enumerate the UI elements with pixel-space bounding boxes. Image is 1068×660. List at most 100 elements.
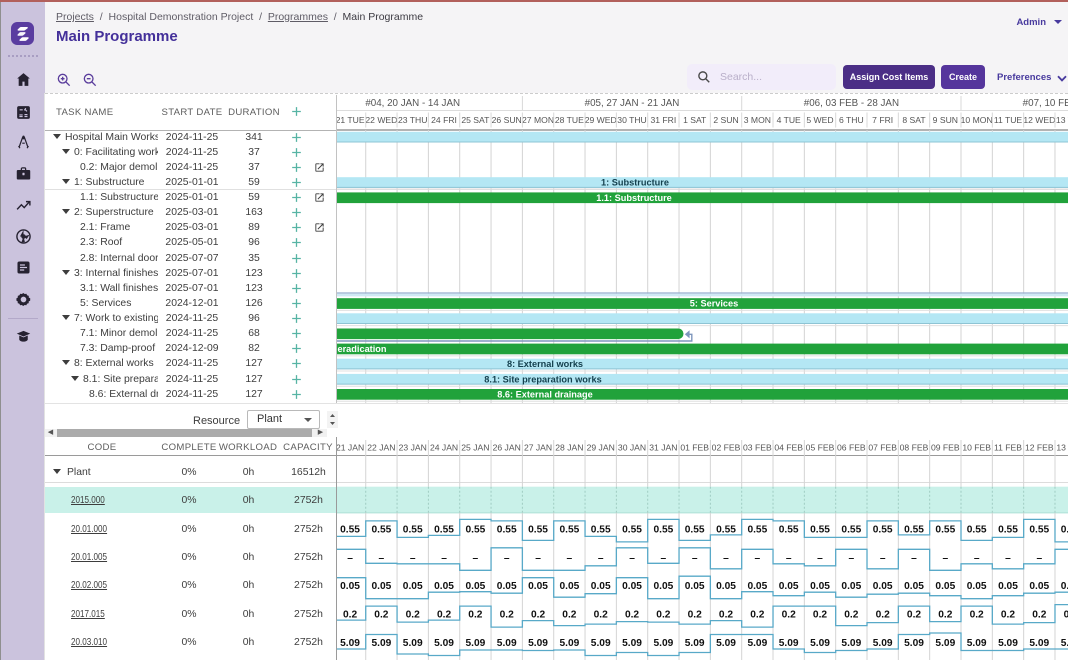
svg-text:#07, 10 FEB - 04 FEB: #07, 10 FEB - 04 FEB bbox=[1023, 98, 1068, 109]
svg-text:10 FEB: 10 FEB bbox=[962, 443, 991, 453]
svg-text:–: – bbox=[379, 553, 385, 564]
svg-text:30 JAN: 30 JAN bbox=[618, 443, 646, 453]
svg-text:0.05: 0.05 bbox=[873, 581, 893, 592]
svg-text:25 JAN: 25 JAN bbox=[461, 443, 489, 453]
svg-text:0.2: 0.2 bbox=[907, 610, 921, 621]
svg-text:0.05: 0.05 bbox=[810, 581, 830, 592]
svg-text:11 FEB: 11 FEB bbox=[994, 443, 1022, 453]
svg-text:0.2: 0.2 bbox=[1064, 610, 1068, 621]
svg-text:0.55: 0.55 bbox=[528, 524, 548, 535]
svg-text:–: – bbox=[535, 553, 541, 564]
svg-text:5.09: 5.09 bbox=[779, 638, 799, 649]
svg-text:01 FEB: 01 FEB bbox=[680, 443, 709, 453]
svg-text:#05, 27 JAN - 21 JAN: #05, 27 JAN - 21 JAN bbox=[585, 98, 680, 109]
svg-text:26 JAN: 26 JAN bbox=[493, 443, 521, 453]
svg-text:0.05: 0.05 bbox=[967, 581, 987, 592]
svg-text:28 TUE: 28 TUE bbox=[555, 115, 584, 125]
svg-text:–: – bbox=[1036, 553, 1042, 564]
svg-text:24 FRI: 24 FRI bbox=[431, 115, 457, 125]
svg-text:9 SUN: 9 SUN bbox=[933, 115, 958, 125]
svg-text:0.05: 0.05 bbox=[559, 581, 579, 592]
svg-text:04 FEB: 04 FEB bbox=[774, 443, 803, 453]
svg-text:0.05: 0.05 bbox=[779, 581, 799, 592]
svg-text:–: – bbox=[942, 553, 948, 564]
svg-text:–: – bbox=[974, 553, 980, 564]
svg-text:22 JAN: 22 JAN bbox=[367, 443, 395, 453]
svg-text:–: – bbox=[629, 553, 635, 564]
svg-text:–: – bbox=[347, 553, 353, 564]
svg-text:0.2: 0.2 bbox=[343, 610, 357, 621]
svg-text:0.55: 0.55 bbox=[779, 524, 799, 535]
svg-text:26 SUN: 26 SUN bbox=[492, 115, 522, 125]
svg-text:0.55: 0.55 bbox=[685, 524, 705, 535]
svg-text:5.09: 5.09 bbox=[653, 638, 673, 649]
svg-text:–: – bbox=[849, 553, 855, 564]
svg-text:1.1: Substructure: 1.1: Substructure bbox=[596, 193, 672, 203]
svg-text:12 WED: 12 WED bbox=[1023, 115, 1055, 125]
svg-text:8.6: External drainage: 8.6: External drainage bbox=[497, 389, 593, 399]
svg-text:0.55: 0.55 bbox=[340, 524, 360, 535]
svg-text:0.55: 0.55 bbox=[967, 524, 987, 535]
svg-text:0.05: 0.05 bbox=[591, 581, 611, 592]
svg-text:5.09: 5.09 bbox=[559, 638, 579, 649]
svg-text:–: – bbox=[911, 553, 917, 564]
svg-text:5.09: 5.09 bbox=[340, 638, 360, 649]
svg-text:0.2: 0.2 bbox=[374, 610, 388, 621]
svg-text:0.05: 0.05 bbox=[716, 581, 736, 592]
svg-text:27 MON: 27 MON bbox=[522, 115, 554, 125]
svg-text:0.05: 0.05 bbox=[841, 581, 861, 592]
svg-text:25 SAT: 25 SAT bbox=[461, 115, 490, 125]
svg-text:0.2: 0.2 bbox=[531, 610, 545, 621]
svg-text:29 WED: 29 WED bbox=[585, 115, 617, 125]
svg-text:0.55: 0.55 bbox=[747, 524, 767, 535]
svg-text:5 WED: 5 WED bbox=[806, 115, 833, 125]
svg-text:11 TUE: 11 TUE bbox=[994, 115, 1023, 125]
svg-text:0.55: 0.55 bbox=[653, 524, 673, 535]
svg-text:4 TUE: 4 TUE bbox=[777, 115, 801, 125]
svg-text:5.09: 5.09 bbox=[591, 638, 611, 649]
svg-text:–: – bbox=[410, 553, 416, 564]
svg-text:0.2: 0.2 bbox=[688, 610, 702, 621]
svg-text:29 JAN: 29 JAN bbox=[587, 443, 615, 453]
svg-text:13 FEB: 13 FEB bbox=[1056, 443, 1068, 453]
svg-text:0.2: 0.2 bbox=[594, 610, 608, 621]
svg-text:22 WED: 22 WED bbox=[365, 115, 397, 125]
svg-text:#04, 20 JAN - 14 JAN: #04, 20 JAN - 14 JAN bbox=[365, 98, 460, 109]
svg-text:0.55: 0.55 bbox=[873, 524, 893, 535]
svg-text:03 FEB: 03 FEB bbox=[743, 443, 772, 453]
svg-text:5: Services: 5: Services bbox=[690, 299, 739, 309]
svg-text:23 THU: 23 THU bbox=[398, 115, 427, 125]
svg-text:0.55: 0.55 bbox=[904, 524, 924, 535]
svg-text:5.09: 5.09 bbox=[716, 638, 736, 649]
svg-text:05 FEB: 05 FEB bbox=[806, 443, 835, 453]
svg-text:0.05: 0.05 bbox=[904, 581, 924, 592]
svg-text:0.2: 0.2 bbox=[500, 610, 514, 621]
svg-text:21 TUE: 21 TUE bbox=[336, 115, 365, 125]
svg-text:5.09: 5.09 bbox=[685, 638, 705, 649]
svg-text:1: Substructure: 1: Substructure bbox=[601, 178, 669, 188]
svg-text:–: – bbox=[661, 553, 667, 564]
svg-text:0.2: 0.2 bbox=[750, 610, 764, 621]
svg-text:0.05: 0.05 bbox=[340, 581, 360, 592]
svg-text:0.55: 0.55 bbox=[935, 524, 955, 535]
svg-text:06 FEB: 06 FEB bbox=[837, 443, 866, 453]
svg-text:5.09: 5.09 bbox=[747, 638, 767, 649]
svg-text:24 JAN: 24 JAN bbox=[430, 443, 458, 453]
svg-text:5.09: 5.09 bbox=[528, 638, 548, 649]
svg-text:0.2: 0.2 bbox=[970, 610, 984, 621]
svg-text:–: – bbox=[817, 553, 823, 564]
svg-text:3 MON: 3 MON bbox=[744, 115, 771, 125]
svg-text:0.55: 0.55 bbox=[622, 524, 642, 535]
svg-text:13 THU: 13 THU bbox=[1056, 115, 1068, 125]
svg-text:5.09: 5.09 bbox=[497, 638, 517, 649]
svg-text:–: – bbox=[723, 553, 729, 564]
svg-text:0.05: 0.05 bbox=[403, 581, 423, 592]
svg-text:0.55: 0.55 bbox=[371, 524, 391, 535]
svg-text:0.05: 0.05 bbox=[434, 581, 454, 592]
svg-text:0.2: 0.2 bbox=[844, 610, 858, 621]
svg-text:2 SUN: 2 SUN bbox=[713, 115, 738, 125]
svg-text:5.09: 5.09 bbox=[841, 638, 861, 649]
svg-text:–: – bbox=[441, 553, 447, 564]
svg-text:0.2: 0.2 bbox=[1032, 610, 1046, 621]
svg-text:#06, 03 FEB - 28 JAN: #06, 03 FEB - 28 JAN bbox=[804, 98, 899, 109]
